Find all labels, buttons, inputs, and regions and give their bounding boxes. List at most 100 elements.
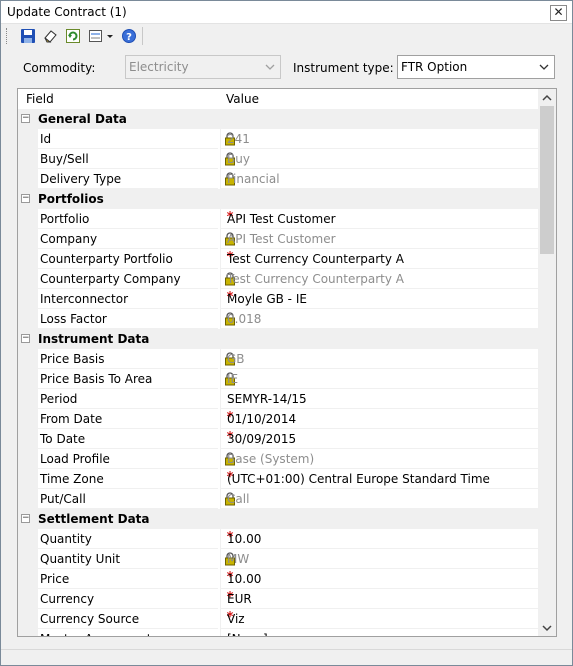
- row-gutter: [18, 349, 38, 369]
- property-row[interactable]: Quantity * 10.00: [18, 529, 538, 549]
- field-value: GB: [227, 352, 245, 366]
- field-value: Viz: [227, 612, 245, 626]
- field-cell: Period: [38, 389, 218, 409]
- property-row[interactable]: From Date * 01/10/2014: [18, 409, 538, 429]
- category-row[interactable]: − Portfolios: [18, 189, 538, 209]
- field-name: Quantity: [40, 532, 92, 546]
- property-row[interactable]: Counterparty Portfolio * Test Currency Cou…: [18, 249, 538, 269]
- category-row[interactable]: − General Data: [18, 109, 538, 129]
- refresh-button[interactable]: [64, 27, 82, 45]
- collapse-icon[interactable]: −: [21, 114, 30, 123]
- value-cell[interactable]: EUR: [220, 589, 538, 609]
- value-cell[interactable]: Viz: [220, 609, 538, 629]
- field-value: MW: [227, 552, 250, 566]
- property-row[interactable]: Portfolio * API Test Customer: [18, 209, 538, 229]
- property-grid: Field Value − General Data Id 241 Buy/Sell Bu…: [17, 88, 557, 637]
- row-gutter: [18, 149, 38, 169]
- property-row[interactable]: Delivery Type Financial: [18, 169, 538, 189]
- clear-button[interactable]: [41, 27, 59, 45]
- property-row[interactable]: Loss Factor 0.018: [18, 309, 538, 329]
- chevron-down-icon: [542, 624, 552, 631]
- value-cell[interactable]: Test Currency Counterparty A: [220, 249, 538, 269]
- property-row[interactable]: Period SEMYR-14/15: [18, 389, 538, 409]
- field-value: Call: [227, 492, 250, 506]
- property-row[interactable]: Master Agreement [None]: [18, 629, 538, 636]
- value-cell[interactable]: 10.00: [220, 529, 538, 549]
- property-row[interactable]: Company API Test Customer: [18, 229, 538, 249]
- eraser-icon: [44, 30, 57, 43]
- report-dropdown-button[interactable]: [87, 27, 115, 45]
- toolbar-grip[interactable]: [6, 28, 9, 44]
- value-cell[interactable]: API Test Customer: [220, 209, 538, 229]
- refresh-icon: [66, 29, 80, 43]
- property-row[interactable]: Id 241: [18, 129, 538, 149]
- collapse-icon[interactable]: −: [21, 334, 30, 343]
- property-row[interactable]: Counterparty Company Test Currency Counte…: [18, 269, 538, 289]
- field-name: From Date: [40, 412, 103, 426]
- field-value: 0.018: [227, 312, 262, 326]
- field-name: Time Zone: [40, 472, 104, 486]
- chevron-down-icon: [265, 64, 275, 70]
- field-cell: Quantity Unit: [38, 549, 235, 569]
- value-cell[interactable]: (UTC+01:00) Central Europe Standard Time: [220, 469, 538, 489]
- vertical-scrollbar[interactable]: [538, 89, 556, 636]
- value-cell[interactable]: SEMYR-14/15: [220, 389, 538, 409]
- property-row[interactable]: Currency Source * Viz: [18, 609, 538, 629]
- property-row[interactable]: Price Basis GB: [18, 349, 538, 369]
- row-gutter: [18, 469, 38, 489]
- collapse-icon[interactable]: −: [21, 194, 30, 203]
- property-row[interactable]: Time Zone * (UTC+01:00) Central Europe Sta…: [18, 469, 538, 489]
- property-row[interactable]: Price Basis To Area IE: [18, 369, 538, 389]
- property-row[interactable]: Load Profile Base (System): [18, 449, 538, 469]
- scroll-thumb[interactable]: [540, 106, 554, 254]
- property-row[interactable]: Currency * EUR: [18, 589, 538, 609]
- field-name: Portfolio: [40, 212, 90, 226]
- value-cell[interactable]: [None]: [220, 629, 538, 636]
- field-value: Moyle GB - IE: [227, 292, 307, 306]
- collapse-icon[interactable]: −: [21, 514, 30, 523]
- value-cell: API Test Customer: [220, 229, 538, 249]
- scroll-down-button[interactable]: [538, 619, 556, 636]
- value-cell[interactable]: 01/10/2014: [220, 409, 538, 429]
- close-button[interactable]: ✕: [550, 5, 567, 21]
- field-name: Delivery Type: [40, 172, 122, 186]
- field-value: API Test Customer: [227, 232, 336, 246]
- property-row[interactable]: Put/Call Call: [18, 489, 538, 509]
- field-name: Counterparty Company: [40, 272, 181, 286]
- value-cell[interactable]: 10.00: [220, 569, 538, 589]
- field-value: (UTC+01:00) Central Europe Standard Time: [227, 472, 490, 486]
- property-row[interactable]: To Date * 30/09/2015: [18, 429, 538, 449]
- field-name: Counterparty Portfolio: [40, 252, 173, 266]
- row-gutter: [18, 249, 38, 269]
- save-button[interactable]: [19, 27, 37, 45]
- scroll-up-button[interactable]: [538, 89, 556, 106]
- field-value: [None]: [227, 632, 268, 636]
- row-gutter: [18, 549, 38, 569]
- help-button[interactable]: ?: [120, 27, 138, 45]
- category-row[interactable]: − Instrument Data: [18, 329, 538, 349]
- field-cell: Currency *: [38, 589, 233, 609]
- value-cell: 0.018: [220, 309, 538, 329]
- field-name: Currency Source: [40, 612, 140, 626]
- status-bar: [1, 649, 572, 665]
- row-gutter: [18, 169, 38, 189]
- instrument-type-select[interactable]: FTR Option: [397, 55, 555, 79]
- field-value: Base (System): [227, 452, 315, 466]
- row-gutter: [18, 389, 38, 409]
- property-row[interactable]: Price * 10.00: [18, 569, 538, 589]
- field-value: 241: [227, 132, 250, 146]
- category-row[interactable]: − Settlement Data: [18, 509, 538, 529]
- title-bar: Update Contract (1) ✕: [1, 1, 572, 24]
- value-cell[interactable]: Moyle GB - IE: [220, 289, 538, 309]
- property-row[interactable]: Buy/Sell Buy: [18, 149, 538, 169]
- field-cell: Time Zone *: [38, 469, 233, 489]
- field-cell: Price Basis To Area: [38, 369, 235, 389]
- property-row[interactable]: Interconnector * Moyle GB - IE: [18, 289, 538, 309]
- category-label: Instrument Data: [38, 332, 150, 346]
- toolbar: ?: [1, 24, 572, 48]
- field-name: Master Agreement: [40, 632, 151, 636]
- field-name: Period: [40, 392, 78, 406]
- value-cell[interactable]: 30/09/2015: [220, 429, 538, 449]
- property-row[interactable]: Quantity Unit MW: [18, 549, 538, 569]
- field-cell: Quantity *: [38, 529, 233, 549]
